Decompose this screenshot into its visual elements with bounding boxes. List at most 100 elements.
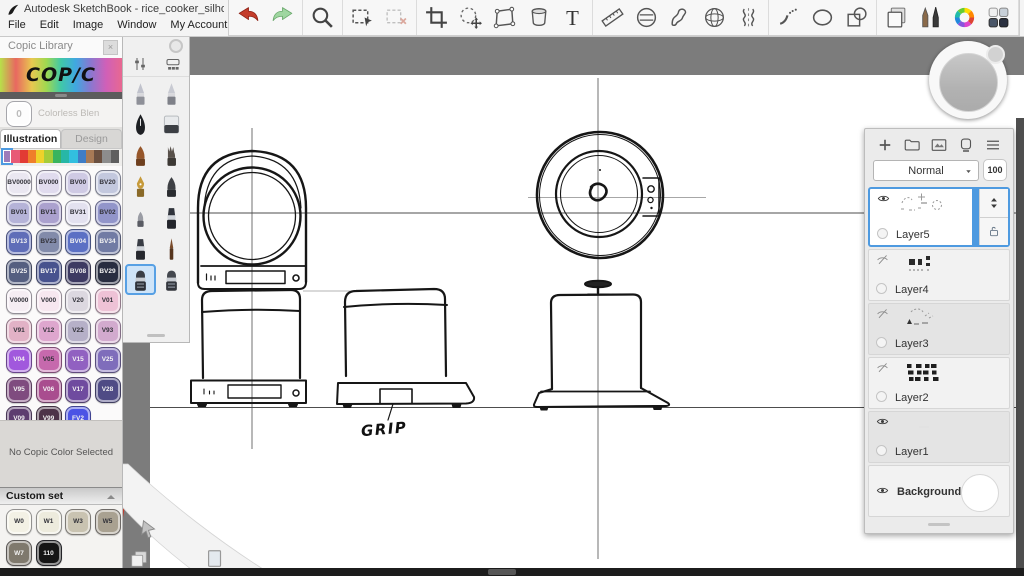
marker-tool-icon[interactable] (956, 136, 976, 154)
brush-palette-pin[interactable] (169, 39, 183, 53)
copic-swatch-bv11[interactable]: BV11 (36, 200, 62, 226)
colorless-blender-swatch[interactable]: 0 (6, 101, 32, 127)
copic-swatch-v06[interactable]: V06 (36, 377, 62, 403)
copic-family-2[interactable] (20, 150, 28, 163)
layers-stack-icon[interactable] (128, 548, 150, 570)
tab-illustration[interactable]: Illustration (0, 129, 61, 148)
symmetry-icon[interactable] (736, 5, 761, 30)
copic-swatch-bv23[interactable]: BV23 (36, 229, 62, 255)
layer-color-tag[interactable] (876, 391, 887, 402)
zoom-icon[interactable] (310, 5, 335, 30)
layer-row-background[interactable]: Background (868, 465, 1010, 517)
copic-family-12[interactable] (102, 150, 110, 163)
menu-image[interactable]: Image (66, 19, 111, 31)
copic-swatch-v000[interactable]: V000 (36, 288, 62, 314)
copic-swatch-bv25[interactable]: BV25 (6, 259, 32, 285)
layers-panel-handle[interactable] (865, 517, 1013, 531)
custom-set-header[interactable]: Custom set (0, 487, 122, 505)
layer-reorder-button[interactable] (980, 189, 1008, 218)
copic-swatch-bv13[interactable]: BV13 (6, 229, 32, 255)
copic-swatch-w5[interactable]: W5 (95, 509, 121, 535)
copic-swatch-bv02[interactable]: BV02 (95, 200, 121, 226)
brush-sets-icon[interactable] (163, 55, 183, 73)
brush-paint-brush[interactable] (125, 140, 156, 171)
brush-pencil-hard[interactable] (125, 78, 156, 109)
copic-family-10[interactable] (86, 150, 94, 163)
copic-swatch-w3[interactable]: W3 (65, 509, 91, 535)
copic-swatch-v91[interactable]: V91 (6, 318, 32, 344)
brush-chisel-marker-2[interactable] (125, 233, 156, 264)
collapse-icon[interactable] (105, 491, 117, 501)
layer-row-layer4[interactable]: Layer4 (868, 249, 1010, 301)
layer-thumbnail[interactable] (895, 414, 955, 442)
copic-swatch-bv0000[interactable]: BV0000 (6, 170, 32, 196)
copic-swatch-v05[interactable]: V05 (36, 347, 62, 373)
copic-swatch-v28[interactable]: V28 (95, 377, 121, 403)
copic-swatch-v04[interactable]: V04 (6, 347, 32, 373)
copic-family-5[interactable] (44, 150, 52, 163)
brush-chisel-marker[interactable] (156, 202, 187, 233)
brush-texture-brush[interactable] (156, 140, 187, 171)
layer-row-layer1[interactable]: Layer1 (868, 411, 1010, 463)
visibility-off-icon[interactable] (874, 307, 891, 320)
french-curve-icon[interactable] (668, 5, 693, 30)
visibility-on-icon[interactable] (874, 415, 891, 428)
layer-thumbnail[interactable] (895, 306, 955, 334)
copic-swatch-v20[interactable]: V20 (65, 288, 91, 314)
color-puck[interactable] (929, 41, 1007, 119)
copic-swatch-v17[interactable]: V17 (65, 377, 91, 403)
layer-thumbnail[interactable] (896, 191, 956, 219)
copic-swatch-bv31[interactable]: BV31 (65, 200, 91, 226)
copic-family-6[interactable] (53, 150, 61, 163)
copic-swatch-bv29[interactable]: BV29 (95, 259, 121, 285)
select-icon[interactable] (350, 5, 375, 30)
folder-icon[interactable] (902, 136, 922, 154)
text-icon[interactable]: T (560, 5, 585, 30)
add-icon[interactable] (875, 136, 895, 154)
lagoon-toolbar[interactable] (100, 460, 280, 576)
colorless-blender-row[interactable]: 0 Colorless Blen (0, 99, 122, 128)
brush-eraser[interactable] (156, 109, 187, 140)
layer-color-tag[interactable] (876, 337, 887, 348)
brush-airbrush[interactable] (156, 171, 187, 202)
copic-swatch-v12[interactable]: V12 (36, 318, 62, 344)
brushes-icon[interactable] (918, 5, 943, 30)
copic-swatch-w1[interactable]: W1 (36, 509, 62, 535)
swatch-grid-icon[interactable] (986, 5, 1011, 30)
visibility-off-icon[interactable] (874, 361, 891, 374)
cursor-icon[interactable] (138, 518, 160, 540)
layer-thumbnail[interactable] (895, 360, 955, 388)
layer-color-tag[interactable] (876, 283, 887, 294)
copic-swatch-bv20[interactable]: BV20 (95, 170, 121, 196)
menu-icon[interactable] (983, 136, 1003, 154)
ruler-icon[interactable] (600, 5, 625, 30)
copic-family-3[interactable] (28, 150, 36, 163)
layer-color-tag[interactable] (877, 228, 888, 239)
copic-swatch-v22[interactable]: V22 (65, 318, 91, 344)
layer-row-layer3[interactable]: Layer3 (868, 303, 1010, 355)
copic-swatch-v15[interactable]: V15 (65, 347, 91, 373)
color-wheel-icon[interactable] (952, 5, 977, 30)
redo-icon[interactable] (270, 5, 295, 30)
perspective-icon[interactable] (702, 5, 727, 30)
copic-swatch-bv17[interactable]: BV17 (36, 259, 62, 285)
layer-color-tag[interactable] (876, 445, 887, 456)
copic-family-13[interactable] (111, 150, 119, 163)
blend-mode-dropdown[interactable]: Normal (873, 160, 979, 181)
horizontal-scrollbar[interactable] (0, 568, 1024, 576)
visibility-on-icon[interactable] (875, 192, 892, 205)
layer-row-layer5-selected[interactable]: Layer5 (868, 187, 1010, 247)
brush-pencil-soft[interactable] (156, 78, 187, 109)
brush-ink-pen[interactable] (125, 109, 156, 140)
copic-swatch-w7[interactable]: W7 (6, 540, 32, 566)
puck-color-disc[interactable] (939, 53, 998, 112)
brush-settings-icon[interactable] (130, 55, 150, 73)
copic-family-11[interactable] (94, 150, 102, 163)
menu-file[interactable]: File (1, 19, 33, 31)
oval-icon[interactable] (810, 5, 835, 30)
visibility-off-icon[interactable] (874, 253, 891, 266)
copic-swatch-bv00[interactable]: BV00 (65, 170, 91, 196)
brush-smudge[interactable] (125, 202, 156, 233)
nudge-icon[interactable] (458, 5, 483, 30)
brush-copic-marker[interactable] (125, 264, 156, 295)
